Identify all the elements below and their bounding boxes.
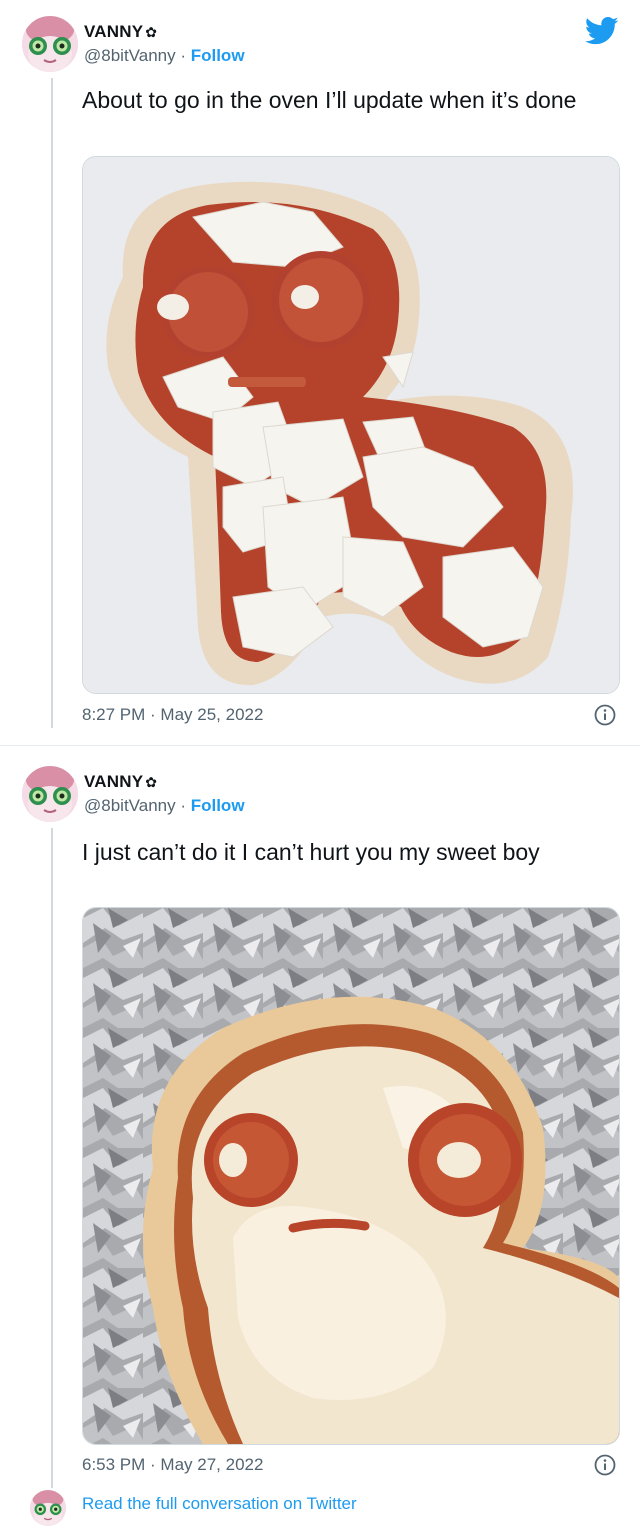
display-name: VANNY xyxy=(84,22,144,41)
avatar[interactable] xyxy=(22,766,78,822)
info-icon[interactable] xyxy=(594,704,616,726)
tweet-text: I just can’t do it I can’t hurt you my s… xyxy=(82,839,540,865)
thread-line xyxy=(51,828,53,1488)
author-name[interactable]: VANNY ✿ xyxy=(84,772,157,792)
tweet-timestamp[interactable]: 8:27 PM · May 25, 2022 xyxy=(82,705,263,725)
read-conversation-link[interactable]: Read the full conversation on Twitter xyxy=(82,1494,357,1514)
tweet-timestamp[interactable]: 6:53 PM · May 27, 2022 xyxy=(82,1455,263,1475)
tweet-card[interactable]: VANNY ✿ @8bitVanny · Follow I just can’t … xyxy=(0,750,640,1536)
tweet-photo[interactable] xyxy=(82,907,620,1445)
follow-button[interactable]: Follow xyxy=(191,796,245,815)
author-handle[interactable]: @8bitVanny xyxy=(84,46,176,65)
pizza-dough-image xyxy=(83,157,619,693)
author-handle[interactable]: @8bitVanny xyxy=(84,796,176,815)
footer-avatar[interactable] xyxy=(30,1490,66,1526)
tweet-card[interactable]: VANNY ✿ @8bitVanny · Follow About to go i… xyxy=(0,0,640,746)
tweet-text: About to go in the oven I’ll update when… xyxy=(82,87,577,113)
baked-pizza-image xyxy=(83,908,619,1444)
author-handle-row: @8bitVanny · Follow xyxy=(84,46,245,66)
flower-glyph: ✿ xyxy=(145,774,158,790)
author-name[interactable]: VANNY ✿ xyxy=(84,22,157,42)
display-name: VANNY xyxy=(84,772,144,791)
separator: · xyxy=(175,796,191,815)
flower-glyph: ✿ xyxy=(145,24,158,40)
thread-line xyxy=(51,78,53,728)
tweet-photo[interactable] xyxy=(82,156,620,694)
twitter-bird-icon[interactable] xyxy=(585,16,619,46)
author-handle-row: @8bitVanny · Follow xyxy=(84,796,245,816)
follow-button[interactable]: Follow xyxy=(191,46,245,65)
separator: · xyxy=(175,46,191,65)
info-icon[interactable] xyxy=(594,1454,616,1476)
avatar[interactable] xyxy=(22,16,78,72)
